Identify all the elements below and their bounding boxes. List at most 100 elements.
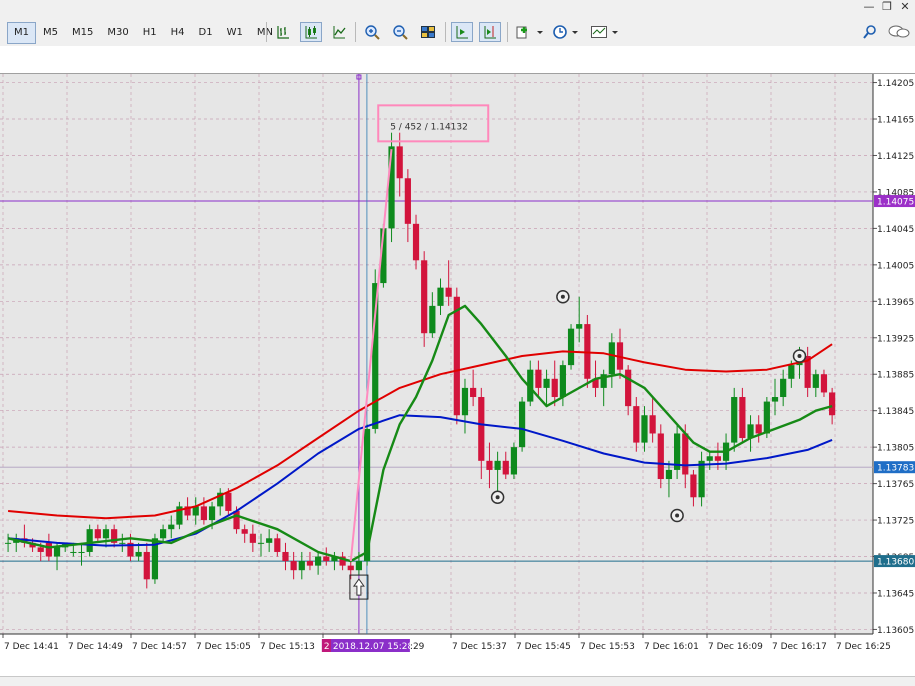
candle-body bbox=[559, 365, 566, 398]
candle-body bbox=[576, 324, 583, 329]
crosshair-time-tag: 2018.12.07 15:28 bbox=[333, 642, 414, 652]
price-axis-label: 1.13805 bbox=[877, 444, 914, 454]
price-axis-label: 1.14045 bbox=[877, 225, 914, 235]
candle-body bbox=[788, 365, 795, 379]
templates-icon[interactable] bbox=[589, 22, 619, 42]
crosshair-badge: 2 bbox=[324, 642, 330, 652]
chart-window-header bbox=[0, 46, 915, 74]
timeframe-m5-button[interactable]: M5 bbox=[36, 22, 65, 44]
candle-body bbox=[306, 561, 314, 566]
timeframe-d1-button[interactable]: D1 bbox=[192, 22, 220, 44]
chart-shift-icon[interactable] bbox=[479, 22, 501, 42]
fractal-marker-dot bbox=[797, 354, 802, 358]
timeframe-h1-button[interactable]: H1 bbox=[136, 22, 164, 44]
time-axis-label: 7 Dec 16:25 bbox=[836, 642, 891, 652]
data-tooltip-text: 5 / 452 / 1.14132 bbox=[390, 122, 468, 132]
candle-body bbox=[780, 378, 787, 398]
timeframe-selector: M1 M5 M15 M30 H1 H4 D1 W1 MN bbox=[7, 22, 280, 44]
candle-body bbox=[274, 538, 281, 552]
candle-body bbox=[657, 433, 664, 480]
candle-body bbox=[535, 369, 542, 388]
candle-body bbox=[119, 542, 126, 544]
fractal-marker-dot bbox=[675, 513, 680, 518]
tile-windows-icon[interactable] bbox=[417, 22, 439, 42]
price-axis-label: 1.13885 bbox=[877, 371, 914, 381]
candle-body bbox=[486, 460, 493, 470]
candlestick-chart-icon[interactable] bbox=[300, 22, 322, 42]
candle-body bbox=[494, 460, 501, 470]
timeframe-w1-button[interactable]: W1 bbox=[220, 22, 250, 44]
candle-body bbox=[478, 397, 485, 461]
close-icon[interactable]: ✕ bbox=[897, 0, 913, 14]
candle-body bbox=[625, 369, 632, 407]
candle-body bbox=[755, 424, 762, 434]
candle-body bbox=[94, 529, 101, 539]
price-axis-label: 1.13925 bbox=[877, 334, 914, 344]
crosshair-price-tag: 1.14075 bbox=[877, 198, 914, 208]
zoom-out-icon[interactable] bbox=[389, 22, 411, 42]
crosshair-time-suffix: :29 bbox=[410, 642, 425, 652]
candle-body bbox=[412, 223, 420, 261]
search-icon[interactable] bbox=[859, 22, 881, 42]
price-axis-label: 1.14205 bbox=[877, 79, 914, 89]
timeframe-h4-button[interactable]: H4 bbox=[164, 22, 192, 44]
timeframe-m30-button[interactable]: M30 bbox=[100, 22, 135, 44]
candle-body bbox=[225, 492, 232, 511]
minimize-icon[interactable]: — bbox=[861, 0, 877, 14]
chat-icon[interactable] bbox=[886, 22, 912, 42]
candle-body bbox=[502, 460, 509, 475]
price-axis-label: 1.13725 bbox=[877, 517, 914, 527]
candle-body bbox=[257, 542, 265, 544]
candle-body bbox=[518, 401, 526, 448]
main-toolbar: — ❐ ✕ M1 M5 M15 M30 H1 H4 D1 W1 MN bbox=[0, 0, 915, 46]
candle-body bbox=[608, 342, 615, 375]
price-axis-label: 1.14165 bbox=[877, 116, 914, 126]
time-axis-label: 7 Dec 15:53 bbox=[580, 642, 635, 652]
candle-body bbox=[633, 406, 640, 443]
candle-body bbox=[143, 551, 150, 580]
candle-body bbox=[290, 561, 297, 571]
candle-body bbox=[323, 556, 330, 562]
time-axis-label: 7 Dec 14:57 bbox=[132, 642, 187, 652]
candle-body bbox=[45, 542, 52, 557]
candle-body bbox=[159, 529, 167, 539]
level-price-tag: 1.13680 bbox=[877, 558, 914, 568]
periodicity-icon[interactable] bbox=[551, 22, 581, 42]
candle-body bbox=[551, 378, 558, 398]
candle-body bbox=[421, 260, 428, 334]
price-chart[interactable]: 1.142051.141651.141251.140851.140451.140… bbox=[0, 74, 915, 676]
candle-body bbox=[690, 474, 697, 498]
time-axis-label: 7 Dec 14:49 bbox=[68, 642, 123, 652]
candle-body bbox=[200, 506, 207, 521]
candle-body bbox=[739, 397, 746, 439]
bar-chart-icon[interactable] bbox=[272, 22, 294, 42]
fractal-marker-dot bbox=[495, 495, 500, 500]
price-axis-label: 1.14125 bbox=[877, 152, 914, 162]
autoscroll-icon[interactable] bbox=[451, 22, 473, 42]
candle-body bbox=[396, 146, 403, 179]
candle-body bbox=[665, 469, 673, 480]
candle-body bbox=[567, 328, 575, 366]
candle-body bbox=[812, 374, 819, 388]
line-chart-icon[interactable] bbox=[328, 22, 350, 42]
restore-icon[interactable]: ❐ bbox=[879, 0, 895, 14]
candle-body bbox=[771, 397, 779, 402]
timeframe-m1-button[interactable]: M1 bbox=[7, 22, 36, 44]
candle-body bbox=[543, 378, 550, 388]
candle-body bbox=[714, 456, 722, 461]
price-axis-label: 1.13765 bbox=[877, 480, 914, 490]
candle-body bbox=[86, 529, 93, 552]
candle-body bbox=[53, 547, 61, 557]
candle-body bbox=[698, 460, 705, 498]
time-axis-label: 7 Dec 15:05 bbox=[196, 642, 251, 652]
candle-body bbox=[706, 456, 713, 461]
timeframe-m15-button[interactable]: M15 bbox=[65, 22, 100, 44]
time-axis-label: 7 Dec 14:41 bbox=[4, 642, 59, 652]
candle-body bbox=[429, 305, 436, 334]
candle-body bbox=[315, 556, 322, 566]
candle-body bbox=[763, 401, 770, 434]
time-axis-label: 7 Dec 15:13 bbox=[260, 642, 315, 652]
indicators-icon[interactable] bbox=[514, 22, 544, 42]
zoom-in-icon[interactable] bbox=[361, 22, 383, 42]
candle-body bbox=[731, 397, 738, 443]
